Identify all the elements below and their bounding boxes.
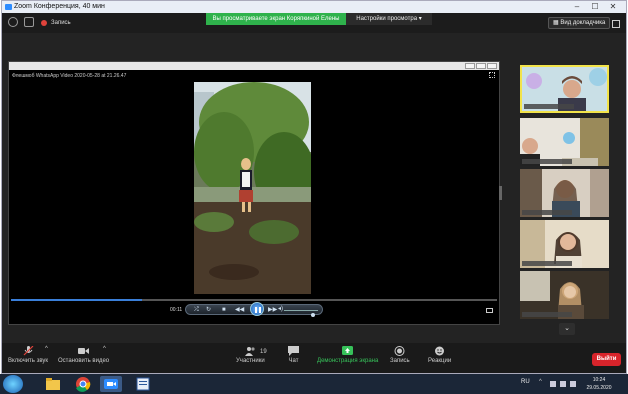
unmute-label: Включить звук	[8, 358, 49, 364]
file-explorer-button[interactable]	[42, 376, 64, 392]
reactions-button[interactable]: Реакции	[428, 346, 451, 364]
speaker-icon[interactable]	[570, 381, 576, 387]
shield-icon[interactable]	[24, 17, 34, 27]
chevron-down-icon: ⌄	[564, 325, 570, 332]
repeat-icon[interactable]: ↻	[206, 307, 211, 313]
volume-knob[interactable]	[310, 313, 315, 317]
pause-button[interactable]	[250, 302, 264, 316]
volume-slider[interactable]	[284, 310, 318, 317]
minimize-button[interactable]: –	[568, 1, 586, 13]
seek-bar[interactable]	[11, 299, 497, 301]
start-button[interactable]	[3, 375, 23, 393]
clock-date: 29.05.2020	[586, 385, 612, 391]
document-icon	[136, 377, 150, 391]
participant-gallery	[520, 33, 609, 323]
video-options-caret[interactable]: ^	[103, 346, 106, 352]
word-button[interactable]	[132, 376, 154, 392]
record-label: Запись	[390, 358, 410, 364]
speaker-view-label: Вид докладчика	[560, 20, 606, 26]
participant-tile[interactable]	[520, 271, 609, 319]
participant-tile[interactable]	[520, 169, 609, 217]
zoom-taskbar-button[interactable]	[100, 376, 122, 392]
recording-status[interactable]: Запись	[51, 17, 71, 29]
flag-icon[interactable]	[550, 381, 556, 387]
stop-icon[interactable]: ■	[222, 307, 226, 313]
share-screen-button[interactable]: Демонстрация экрана	[317, 346, 378, 364]
splitter-handle[interactable]	[499, 186, 502, 200]
participant-tile-active-speaker[interactable]	[520, 65, 609, 113]
input-language[interactable]: RU	[521, 379, 530, 385]
windows-taskbar: RU ^ 10:24 29.05.2020	[0, 374, 628, 394]
video-content	[194, 82, 311, 294]
participant-name-plate	[522, 312, 572, 317]
meeting-toolbar: Включить звук ^ Остановить видео ^ Участ…	[2, 343, 626, 373]
smiley-icon	[435, 346, 445, 356]
audio-options-caret[interactable]: ^	[45, 346, 48, 352]
clock-time: 10:24	[592, 377, 606, 383]
participant-name-plate	[522, 261, 572, 266]
view-options-button[interactable]: Настройки просмотра ▾	[346, 13, 432, 25]
participant-name-plate	[522, 159, 572, 164]
chrome-button[interactable]	[72, 376, 94, 392]
record-button[interactable]: Запись	[390, 346, 410, 364]
info-icon[interactable]	[8, 17, 18, 27]
record-icon	[394, 346, 405, 356]
chat-icon	[288, 346, 299, 356]
volume-icon[interactable]: ◂)	[278, 306, 283, 312]
record-dot-icon	[41, 20, 47, 26]
share-screen-label: Демонстрация экрана	[317, 358, 379, 364]
stop-video-label: Остановить видео	[58, 358, 110, 364]
stop-video-button[interactable]: Остановить видео	[58, 346, 109, 364]
gallery-scroll-button[interactable]: ⌄	[559, 323, 575, 335]
zoom-icon	[104, 379, 118, 389]
pause-icon	[255, 307, 257, 313]
meeting-topbar: Запись Вы просматриваете экран Коряпкино…	[2, 13, 626, 33]
video-frame	[194, 82, 311, 294]
window-titlebar: Zoom Конференция, 40 мин – ☐ ✕	[2, 1, 626, 13]
participant-name-plate	[522, 210, 572, 215]
video-filename: Флешмоб WhatsApp Video 2020-05-28 at 21.…	[12, 73, 127, 79]
participant-name-plate	[524, 104, 574, 109]
participants-count: 19	[260, 349, 267, 355]
tray-expand-icon[interactable]: ^	[539, 379, 545, 385]
zoom-window: Zoom Конференция, 40 мин – ☐ ✕ Запись Вы…	[1, 0, 627, 374]
participants-icon	[244, 347, 255, 356]
media-player-window: Флешмоб WhatsApp Video 2020-05-28 at 21.…	[8, 61, 500, 325]
mic-muted-icon	[23, 346, 33, 356]
speaker-view-button[interactable]: ▦ Вид докладчика	[548, 17, 611, 29]
leave-meeting-button[interactable]: Выйти	[592, 353, 621, 366]
close-button[interactable]: ✕	[604, 1, 622, 13]
network-icon[interactable]	[560, 381, 566, 387]
participants-label: Участники	[236, 358, 265, 364]
player-titlebar	[9, 62, 499, 70]
zoom-app-icon	[5, 4, 12, 10]
switch-view-icon[interactable]	[486, 308, 493, 313]
seek-bar-fill	[11, 299, 143, 301]
player-controls: ⤮ ↻ ■ ◀◀ ▶▶ ◂)	[185, 302, 323, 317]
folder-icon	[46, 378, 60, 390]
grid-icon[interactable]	[489, 72, 495, 78]
participant-tile[interactable]	[520, 220, 609, 268]
chat-label: Чат	[288, 358, 299, 364]
maximize-button[interactable]: ☐	[586, 1, 604, 13]
screen-share-banner: Вы просматриваете экран Коряпкиной Елены	[206, 13, 346, 25]
shuffle-icon[interactable]: ⤮	[194, 307, 199, 313]
participant-tile[interactable]	[520, 118, 609, 166]
player-close-button[interactable]	[487, 63, 497, 69]
previous-icon[interactable]: ◀◀	[235, 307, 244, 313]
video-camera-icon	[78, 348, 90, 354]
player-maximize-button[interactable]	[476, 63, 486, 69]
chat-button[interactable]: Чат	[288, 346, 299, 364]
share-screen-icon	[342, 346, 354, 355]
reactions-label: Реакции	[428, 358, 452, 364]
next-icon[interactable]: ▶▶	[268, 307, 277, 313]
fullscreen-icon[interactable]	[612, 20, 620, 28]
unmute-button[interactable]: Включить звук	[8, 346, 48, 364]
chrome-icon	[76, 377, 91, 392]
player-minimize-button[interactable]	[465, 63, 475, 69]
system-clock[interactable]: 10:24 29.05.2020	[583, 376, 615, 392]
playback-time: 00:11	[170, 307, 183, 313]
window-title: Zoom Конференция, 40 мин	[14, 3, 105, 10]
